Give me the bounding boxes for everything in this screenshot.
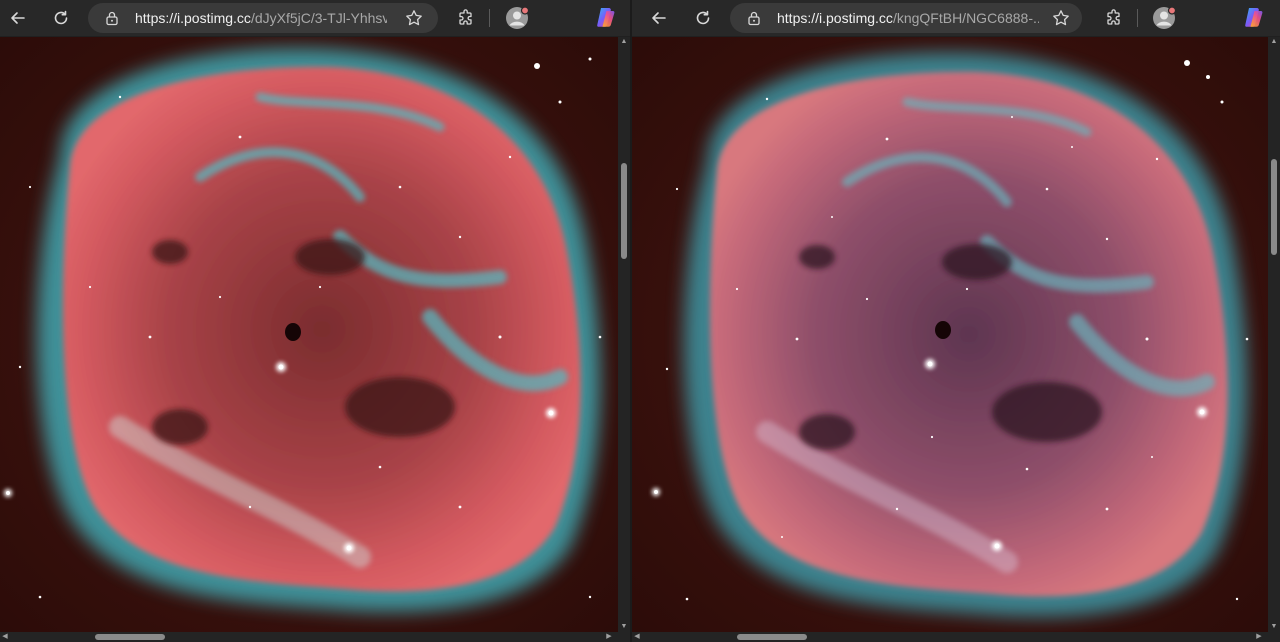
scroll-up-arrow[interactable]: ▲ xyxy=(1268,37,1280,47)
copilot-icon[interactable] xyxy=(1242,5,1266,29)
back-arrow-icon[interactable] xyxy=(645,4,673,32)
refresh-icon[interactable] xyxy=(689,4,717,32)
url-text: https://i.postimg.cc/kngQFtBH/NGC6888-..… xyxy=(777,10,1039,26)
nebula-core xyxy=(709,71,1228,597)
browser-toolbar: https://i.postimg.cc/kngQFtBH/NGC6888-..… xyxy=(632,0,1280,36)
image-viewport[interactable] xyxy=(0,37,618,632)
scroll-up-arrow[interactable]: ▲ xyxy=(618,37,630,47)
lock-icon[interactable] xyxy=(746,10,762,26)
horizontal-scroll-thumb[interactable] xyxy=(737,634,807,640)
dark-globule xyxy=(285,323,301,341)
url-domain: https://i.postimg.cc xyxy=(777,10,893,26)
url-path: /kngQFtBH/NGC6888-... xyxy=(892,10,1039,26)
url-domain: https://i.postimg.cc xyxy=(135,10,251,26)
url-path: /dJyXf5jC/3-TJl-Yhhsv... xyxy=(250,10,387,26)
horizontal-scroll-thumb[interactable] xyxy=(95,634,165,640)
scroll-left-arrow[interactable]: ◀ xyxy=(0,632,10,642)
address-bar[interactable]: https://i.postimg.cc/dJyXf5jC/3-TJl-Yhhs… xyxy=(88,3,438,33)
scroll-right-arrow[interactable]: ▶ xyxy=(1254,632,1264,642)
toolbar-separator xyxy=(489,9,490,27)
scroll-down-arrow[interactable]: ▼ xyxy=(618,622,630,632)
horizontal-scrollbar[interactable]: ◀ ▶ xyxy=(632,632,1280,642)
dark-globule xyxy=(935,321,951,339)
image-viewport[interactable] xyxy=(632,37,1268,632)
scroll-right-arrow[interactable]: ▶ xyxy=(604,632,614,642)
scroll-down-arrow[interactable]: ▼ xyxy=(1268,622,1280,632)
vertical-scrollbar[interactable]: ▲ ▼ xyxy=(618,37,630,632)
lock-icon[interactable] xyxy=(104,10,120,26)
nebula-image xyxy=(0,37,618,632)
vertical-scroll-thumb[interactable] xyxy=(1271,159,1277,255)
vertical-scrollbar[interactable]: ▲ ▼ xyxy=(1268,37,1280,632)
nebula-core xyxy=(62,66,581,592)
copilot-icon[interactable] xyxy=(594,5,618,29)
browser-window-right: https://i.postimg.cc/kngQFtBH/NGC6888-..… xyxy=(632,0,1280,642)
vertical-scroll-thumb[interactable] xyxy=(621,163,627,259)
refresh-icon[interactable] xyxy=(47,4,75,32)
toolbar-separator xyxy=(1137,9,1138,27)
back-arrow-icon[interactable] xyxy=(4,4,32,32)
url-text: https://i.postimg.cc/dJyXf5jC/3-TJl-Yhhs… xyxy=(135,10,387,26)
profile-avatar-icon[interactable] xyxy=(503,4,531,32)
profile-avatar-icon[interactable] xyxy=(1150,4,1178,32)
browser-toolbar: https://i.postimg.cc/dJyXf5jC/3-TJl-Yhhs… xyxy=(0,0,630,36)
nebula-image xyxy=(632,37,1268,632)
star-outline-icon[interactable] xyxy=(1051,8,1071,28)
browser-window-left: https://i.postimg.cc/dJyXf5jC/3-TJl-Yhhs… xyxy=(0,0,630,642)
address-bar[interactable]: https://i.postimg.cc/kngQFtBH/NGC6888-..… xyxy=(730,3,1082,33)
horizontal-scrollbar[interactable]: ◀ ▶ xyxy=(0,632,630,642)
puzzle-icon[interactable] xyxy=(452,4,480,32)
star-outline-icon[interactable] xyxy=(404,8,424,28)
scroll-left-arrow[interactable]: ◀ xyxy=(632,632,642,642)
puzzle-icon[interactable] xyxy=(1100,4,1128,32)
